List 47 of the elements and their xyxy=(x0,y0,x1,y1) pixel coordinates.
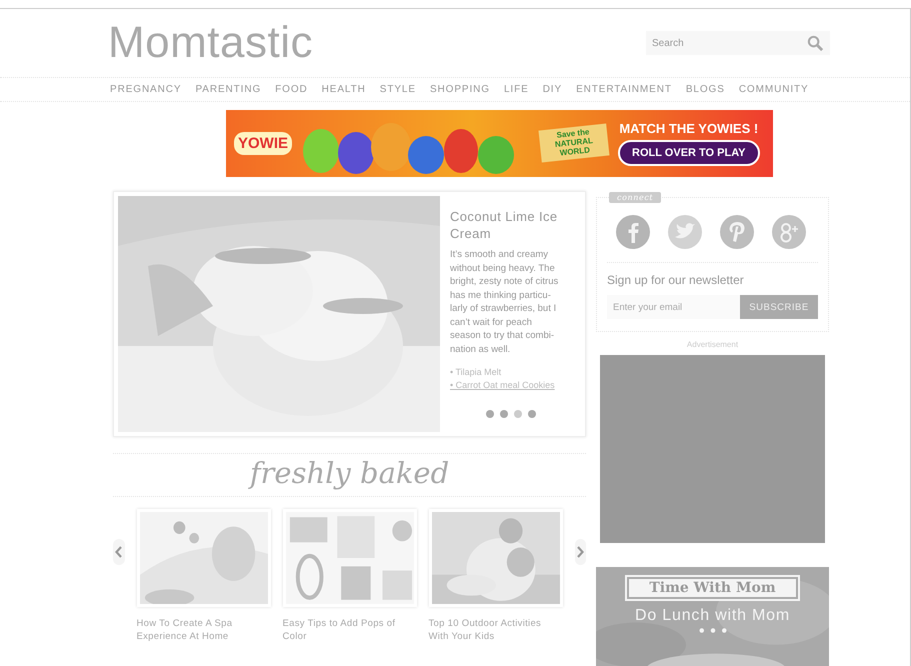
stars-icon xyxy=(698,627,728,634)
nav-link[interactable]: ENTERTAINMENT xyxy=(576,84,672,95)
chevron-right-icon xyxy=(576,546,584,558)
nav-link[interactable]: PARENTING xyxy=(195,84,262,95)
email-field[interactable]: Enter your email xyxy=(607,295,740,319)
slide-dot[interactable] xyxy=(514,410,522,418)
article-title[interactable]: Top 10 Outdoor Activities With Your Kids xyxy=(428,617,562,643)
ad-headline: MATCH THE YOWIES ! xyxy=(619,121,758,136)
slide-dot[interactable] xyxy=(528,410,536,418)
promo-card[interactable]: Time With Mom Do Lunch with Mom xyxy=(596,567,829,666)
nav-link[interactable]: BLOGS xyxy=(686,84,725,95)
promo-title: Do Lunch with Mom xyxy=(635,607,790,625)
nav-link[interactable]: DIY xyxy=(542,84,562,95)
search-icon[interactable] xyxy=(807,34,824,52)
previous-button[interactable] xyxy=(113,539,124,565)
facebook-icon[interactable] xyxy=(615,214,651,250)
banner-ad[interactable]: YOWIE Save the NATURAL WORLD MATCH THE YOWIES ! ROLL OVER TO PLAY xyxy=(226,110,773,177)
chevron-left-icon xyxy=(114,546,123,558)
article-title[interactable]: How To Create A Spa Experience At Home xyxy=(136,617,270,643)
section-heading: freshly baked xyxy=(113,453,586,497)
site-logo[interactable]: Momtastic xyxy=(108,19,313,67)
subscribe-button[interactable]: SUBSCRIBE xyxy=(740,295,818,319)
search-bar[interactable]: Search xyxy=(646,31,830,55)
nav-link[interactable]: LIFE xyxy=(504,84,529,95)
nav-link[interactable]: SHOPPING xyxy=(430,84,490,95)
next-button[interactable] xyxy=(574,539,586,565)
pinterest-icon[interactable] xyxy=(719,214,755,250)
nav-link[interactable]: HEALTH xyxy=(322,84,366,95)
wooden-sign: Save the NATURAL WORLD xyxy=(538,124,610,164)
newsletter-heading: Sign up for our newsletter xyxy=(607,273,745,287)
slide-dot[interactable] xyxy=(500,410,508,418)
slide-dot[interactable] xyxy=(486,410,494,418)
play-button[interactable]: ROLL OVER TO PLAY xyxy=(618,140,760,166)
related-link[interactable]: • Tilapia Melt xyxy=(450,366,502,379)
nav-link[interactable]: COMMUNITY xyxy=(738,84,809,95)
nav-link[interactable]: FOOD xyxy=(275,84,308,95)
article-excerpt: It’s smooth and creamy without being heavy. The bright, zesty note of citrus has me thinking particu- larly of strawberries, but I can’t wait for peach season to try that combi- nation as well. xyxy=(450,248,560,356)
related-link[interactable]: • Carrot Oat meal Cookies xyxy=(450,379,555,392)
search-field[interactable]: Search xyxy=(652,31,807,55)
google-plus-icon[interactable] xyxy=(771,214,807,250)
twitter-icon[interactable] xyxy=(667,214,703,250)
nav-link[interactable]: PREGNANCY xyxy=(110,84,182,95)
nav-link[interactable]: STYLE xyxy=(380,84,416,95)
brand-logo: YOWIE xyxy=(234,132,292,155)
article-title[interactable]: Coconut Lime Ice Cream xyxy=(450,208,571,242)
ribbon-banner: Time With Mom xyxy=(627,577,798,599)
article-title[interactable]: Easy Tips to Add Pops of Color xyxy=(282,617,416,643)
